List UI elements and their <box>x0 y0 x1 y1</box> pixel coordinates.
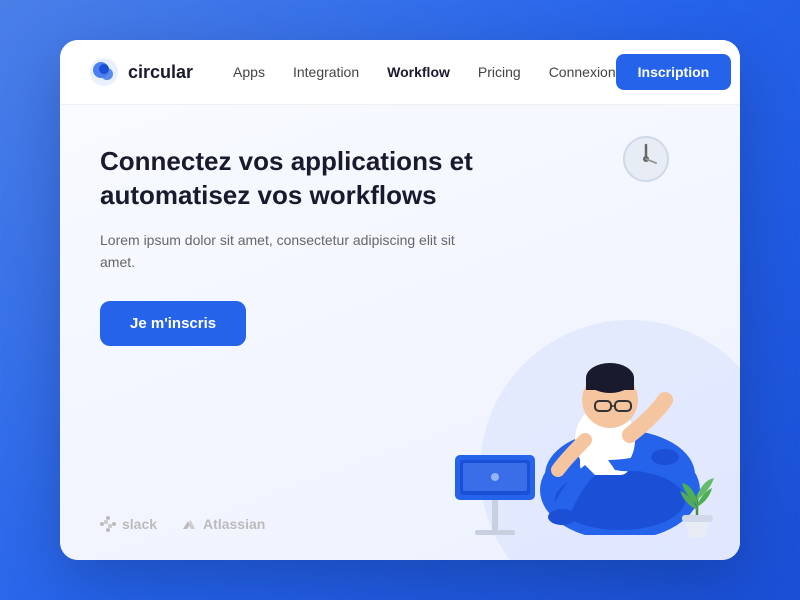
main-card: circular Apps Integration Workflow Prici… <box>60 40 740 560</box>
nav-links: Apps Integration Workflow Pricing Connex… <box>233 64 616 80</box>
nav-apps[interactable]: Apps <box>233 64 265 80</box>
logo[interactable]: circular <box>88 56 193 88</box>
nav-pricing[interactable]: Pricing <box>478 64 521 80</box>
clock-illustration <box>622 135 670 188</box>
hero-content: Connectez vos applications et automatise… <box>100 145 480 346</box>
atlassian-icon <box>181 516 197 532</box>
signup-button[interactable]: Je m'inscris <box>100 301 246 346</box>
partner-slack: slack <box>100 516 157 532</box>
clock-svg <box>622 135 670 183</box>
nav-workflow[interactable]: Workflow <box>387 64 450 80</box>
hero-section: Connectez vos applications et automatise… <box>60 105 740 560</box>
hero-subtitle: Lorem ipsum dolor sit amet, consectetur … <box>100 229 480 274</box>
plant-illustration <box>670 465 725 545</box>
plant-svg <box>670 465 725 540</box>
partners-section: slack Atlassian <box>100 516 265 532</box>
brand-name: circular <box>128 62 193 83</box>
nav-connexion[interactable]: Connexion <box>549 64 616 80</box>
nav-integration[interactable]: Integration <box>293 64 359 80</box>
navbar: circular Apps Integration Workflow Prici… <box>60 40 740 105</box>
hero-title: Connectez vos applications et automatise… <box>100 145 480 213</box>
partner-atlassian: Atlassian <box>181 516 265 532</box>
slack-label: slack <box>122 516 157 532</box>
atlassian-label: Atlassian <box>203 516 265 532</box>
slack-icon <box>100 516 116 532</box>
logo-icon <box>88 56 120 88</box>
inscription-button[interactable]: Inscription <box>616 54 732 90</box>
